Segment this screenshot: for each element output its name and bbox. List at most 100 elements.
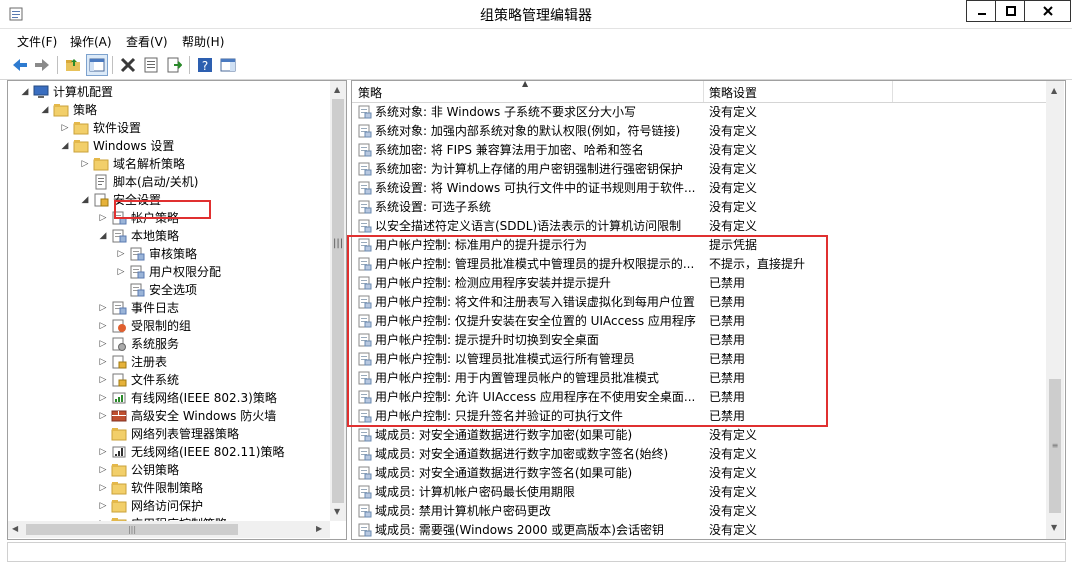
column-divider[interactable]: [892, 81, 893, 102]
expanded-arrow-icon[interactable]: ◢: [98, 227, 108, 245]
tree-item-security-options[interactable]: 安全选项: [116, 281, 197, 299]
policy-item-icon: [358, 124, 372, 138]
tree-item-wired-network-policies[interactable]: ▷ 有线网络(IEEE 802.3)策略: [98, 389, 277, 407]
console-tree[interactable]: ◢ 计算机配置 ◢ 策略 ▷ 软件设置 ◢ Windows 设置 ▷ 域名解析策略 脚本(启动/关机…: [7, 80, 347, 540]
collapsed-arrow-icon[interactable]: ▷: [98, 209, 108, 227]
tree-vscroll-thumb[interactable]: [332, 99, 344, 503]
policy-icon: [130, 265, 145, 279]
back-button[interactable]: [9, 54, 31, 76]
collapsed-arrow-icon[interactable]: ▷: [98, 335, 108, 353]
collapsed-arrow-icon[interactable]: ▷: [98, 299, 108, 317]
policy-item-icon: [358, 504, 372, 518]
delete-button[interactable]: [117, 54, 139, 76]
column-header-setting[interactable]: 策略设置: [709, 84, 757, 101]
tree-item-computer-config[interactable]: ◢ 计算机配置: [20, 83, 113, 101]
policy-row[interactable]: 系统对象: 加强内部系统对象的默认权限(例如，符号链接) 没有定义: [352, 122, 1046, 141]
policy-row[interactable]: 域成员: 对安全通道数据进行数字加密或数字签名(始终) 没有定义: [352, 445, 1046, 464]
up-level-button[interactable]: [62, 54, 84, 76]
policy-row[interactable]: 系统对象: 非 Windows 子系统不要求区分大小写 没有定义: [352, 103, 1046, 122]
tree-item-file-system[interactable]: ▷ 文件系统: [98, 371, 179, 389]
expanded-arrow-icon[interactable]: ◢: [40, 101, 50, 119]
scroll-down-arrow-icon[interactable]: ▼: [334, 507, 340, 516]
tree-item-scripts-startup-shutdown[interactable]: 脚本(启动/关机): [80, 173, 198, 191]
policy-row[interactable]: 以安全描述符定义语言(SDDL)语法表示的计算机访问限制 没有定义: [352, 217, 1046, 236]
group-icon: [112, 319, 126, 333]
policy-row[interactable]: 系统设置: 可选子系统 没有定义: [352, 198, 1046, 217]
show-hide-tree-button[interactable]: [86, 54, 108, 76]
tree-item-user-rights-assignment[interactable]: ▷ 用户权限分配: [116, 263, 221, 281]
policy-row[interactable]: 域成员: 禁用计算机帐户密码更改 没有定义: [352, 502, 1046, 521]
scroll-right-arrow-icon[interactable]: ▶: [316, 524, 322, 533]
tree-item-registry[interactable]: ▷ 注册表: [98, 353, 167, 371]
forward-button[interactable]: [31, 54, 53, 76]
tree-item-event-log[interactable]: ▷ 事件日志: [98, 299, 179, 317]
collapsed-arrow-icon[interactable]: ▷: [98, 353, 108, 371]
pane-splitter[interactable]: |||: [333, 238, 343, 249]
tree-item-network-access-protection[interactable]: ▷ 网络访问保护: [98, 497, 203, 515]
folder-icon: [93, 158, 109, 171]
scroll-left-arrow-icon[interactable]: ◀: [12, 524, 18, 533]
menu-file[interactable]: 文件(F): [17, 33, 57, 50]
collapsed-arrow-icon[interactable]: ▷: [116, 245, 126, 263]
policy-row[interactable]: 域成员: 需要强(Windows 2000 或更高版本)会话密钥 没有定义: [352, 521, 1046, 539]
scroll-up-arrow-icon[interactable]: ▲: [334, 85, 340, 94]
tree-item-software-restriction-policies[interactable]: ▷ 软件限制策略: [98, 479, 203, 497]
tree-vertical-scrollbar[interactable]: ▲ ▼: [330, 81, 346, 521]
policy-row[interactable]: 系统设置: 将 Windows 可执行文件中的证书规则用于软件... 没有定义: [352, 179, 1046, 198]
tree-item-windows-firewall-advanced-security[interactable]: ▷ 高级安全 Windows 防火墙: [98, 407, 277, 425]
uac-policies-highlight: [347, 235, 828, 427]
collapsed-arrow-icon[interactable]: ▷: [98, 371, 108, 389]
expanded-arrow-icon[interactable]: ◢: [60, 137, 70, 155]
policy-item-icon: [358, 143, 372, 157]
tree-item-policies[interactable]: ◢ 策略: [40, 101, 97, 119]
policy-row[interactable]: 域成员: 计算机帐户密码最长使用期限 没有定义: [352, 483, 1046, 502]
menu-view[interactable]: 查看(V): [126, 33, 168, 50]
minimize-button[interactable]: [966, 0, 997, 22]
help-button[interactable]: ?: [194, 54, 216, 76]
properties-button[interactable]: [140, 54, 162, 76]
show-action-pane-button[interactable]: [217, 54, 239, 76]
menu-action[interactable]: 操作(A): [70, 33, 112, 50]
tree-item-public-key-policies[interactable]: ▷ 公钥策略: [98, 461, 179, 479]
tree-item-network-list-manager-policies[interactable]: 网络列表管理器策略: [98, 425, 239, 443]
menu-help[interactable]: 帮助(H): [182, 33, 224, 50]
collapsed-arrow-icon[interactable]: ▷: [98, 479, 108, 497]
scroll-up-arrow-icon[interactable]: ▲: [1051, 86, 1057, 95]
policy-item-icon: [358, 428, 372, 442]
collapsed-arrow-icon[interactable]: ▷: [98, 443, 108, 461]
tree-hscroll-thumb[interactable]: |||: [26, 524, 238, 535]
collapsed-arrow-icon[interactable]: ▷: [98, 461, 108, 479]
collapsed-arrow-icon[interactable]: ▷: [80, 155, 90, 173]
policy-row[interactable]: 系统加密: 将 FIPS 兼容算法用于加密、哈希和签名 没有定义: [352, 141, 1046, 160]
policy-row[interactable]: 域成员: 对安全通道数据进行数字加密(如果可能) 没有定义: [352, 426, 1046, 445]
tree-item-windows-settings[interactable]: ◢ Windows 设置: [60, 137, 175, 155]
column-divider[interactable]: [703, 81, 704, 102]
policy-setting-value: 没有定义: [709, 523, 758, 537]
export-list-button[interactable]: [163, 54, 185, 76]
collapsed-arrow-icon[interactable]: ▷: [116, 263, 126, 281]
tree-item-audit-policy[interactable]: ▷ 审核策略: [116, 245, 197, 263]
tree-item-wireless-network-policies[interactable]: ▷ 无线网络(IEEE 802.11)策略: [98, 443, 285, 461]
expanded-arrow-icon[interactable]: ◢: [80, 191, 90, 209]
collapsed-arrow-icon[interactable]: ▷: [60, 119, 70, 137]
tree-horizontal-scrollbar[interactable]: ◀ ||| ▶: [8, 521, 330, 538]
tree-item-local-policies[interactable]: ◢ 本地策略: [98, 227, 179, 245]
collapsed-arrow-icon[interactable]: ▷: [98, 389, 108, 407]
policy-icon: [112, 229, 127, 243]
collapsed-arrow-icon[interactable]: ▷: [98, 407, 108, 425]
tree-item-system-services[interactable]: ▷ 系统服务: [98, 335, 179, 353]
tree-item-name-resolution-policy[interactable]: ▷ 域名解析策略: [80, 155, 185, 173]
policy-row[interactable]: 系统加密: 为计算机上存储的用户密钥强制进行强密钥保护 没有定义: [352, 160, 1046, 179]
column-header-policy[interactable]: 策略: [358, 84, 382, 101]
policy-row[interactable]: 域成员: 对安全通道数据进行数字签名(如果可能) 没有定义: [352, 464, 1046, 483]
list-vertical-scrollbar[interactable]: ▲ ≡ ▼: [1046, 81, 1064, 539]
expanded-arrow-icon[interactable]: ◢: [20, 83, 30, 101]
collapsed-arrow-icon[interactable]: ▷: [98, 317, 108, 335]
tree-item-software-settings[interactable]: ▷ 软件设置: [60, 119, 141, 137]
collapsed-arrow-icon[interactable]: ▷: [98, 497, 108, 515]
maximize-button[interactable]: [995, 0, 1026, 22]
close-button[interactable]: [1024, 0, 1071, 22]
scroll-down-arrow-icon[interactable]: ▼: [1051, 523, 1057, 532]
list-vscroll-thumb[interactable]: ≡: [1049, 379, 1061, 513]
tree-item-restricted-groups[interactable]: ▷ 受限制的组: [98, 317, 191, 335]
